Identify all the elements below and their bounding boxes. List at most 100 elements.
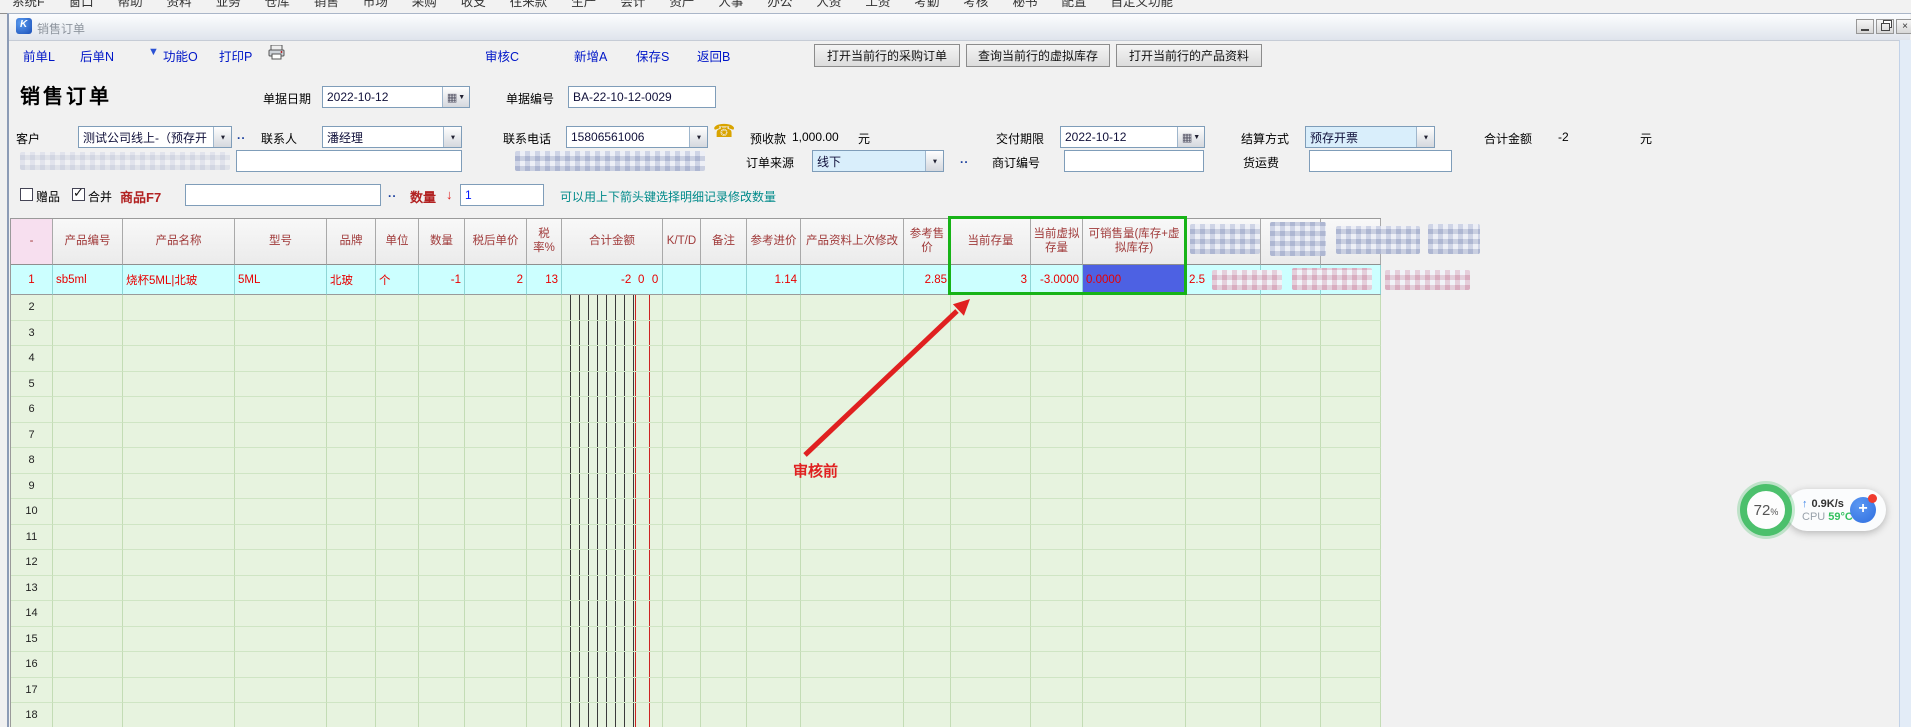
printer-icon[interactable] <box>268 45 285 63</box>
table-row[interactable]: 11 <box>11 525 1381 551</box>
menu-item[interactable]: 秘书 <box>1000 0 1049 11</box>
col-header-ktd[interactable]: K/T/D <box>663 219 701 265</box>
menu-item[interactable]: 系统F <box>0 0 57 11</box>
menu-item[interactable]: 销售 <box>302 0 351 11</box>
merge-checkbox[interactable] <box>72 188 85 201</box>
memory-percent-ball[interactable]: 72% <box>1740 484 1792 536</box>
contact-combo[interactable]: 潘经理 <box>322 126 462 148</box>
customer-lookup-dots[interactable]: .. <box>237 128 246 142</box>
delivery-date-input[interactable]: 2022-10-12 <box>1060 126 1205 148</box>
secondary-customer-field[interactable] <box>236 150 462 172</box>
customer-combo[interactable]: 测试公司线上-（预存开 <box>78 126 232 148</box>
calendar-dropdown-icon[interactable] <box>442 87 469 107</box>
menu-item[interactable]: 考核 <box>951 0 1000 11</box>
menu-item[interactable]: 资产 <box>657 0 706 11</box>
table-row[interactable]: 18 <box>11 703 1381 727</box>
col-header-note[interactable]: 备注 <box>701 219 747 265</box>
col-header-dash[interactable]: - <box>11 219 53 265</box>
col-header-price[interactable]: 税后单价 <box>465 219 527 265</box>
product-lookup-dots[interactable]: .. <box>388 186 397 200</box>
minimize-button[interactable] <box>1856 19 1874 34</box>
open-purchase-order-button[interactable]: 打开当前行的采购订单 <box>814 44 960 67</box>
menu-item[interactable]: 人事 <box>706 0 755 11</box>
row1-sellable-selected-cell[interactable]: 0.0000 <box>1083 265 1186 295</box>
table-row-1[interactable]: 1 sb5ml 烧杯5ML|北玻 5ML 北玻 个 -1 2 13 -200 1… <box>11 265 1381 295</box>
chevron-down-icon[interactable] <box>443 127 461 147</box>
next-doc-link[interactable]: 后单N <box>80 46 114 65</box>
menu-item[interactable]: 市场 <box>351 0 400 11</box>
chevron-down-icon[interactable] <box>213 127 231 147</box>
col-header-tax-rate[interactable]: 税率% <box>527 219 562 265</box>
menu-item[interactable]: 窗口 <box>57 0 106 11</box>
table-row[interactable]: 4 <box>11 346 1381 372</box>
chevron-down-icon[interactable] <box>925 151 943 171</box>
menu-item[interactable]: 采购 <box>400 0 449 11</box>
menu-item[interactable]: 工资 <box>853 0 902 11</box>
close-button[interactable]: × <box>1896 19 1911 34</box>
function-link[interactable]: 功能O <box>163 46 198 65</box>
menu-item[interactable]: 仓库 <box>253 0 302 11</box>
menu-item[interactable]: 配置 <box>1049 0 1098 11</box>
col-header-qty[interactable]: 数量 <box>419 219 465 265</box>
menu-item[interactable]: 帮助 <box>106 0 155 11</box>
gift-checkbox[interactable] <box>20 188 33 201</box>
menu-item[interactable]: 生产 <box>559 0 608 11</box>
chevron-down-icon[interactable] <box>689 127 707 147</box>
table-row[interactable]: 17 <box>11 678 1381 704</box>
col-header-ref-purchase[interactable]: 参考进价 <box>747 219 801 265</box>
col-header-last-modified[interactable]: 产品资料上次修改 <box>801 219 904 265</box>
menu-item[interactable]: 收支 <box>449 0 498 11</box>
table-row[interactable]: 10 <box>11 499 1381 525</box>
audit-link[interactable]: 审核C <box>485 46 519 65</box>
order-source-combo[interactable]: 线下 <box>812 150 944 172</box>
prev-doc-link[interactable]: 前单L <box>23 46 55 65</box>
qty-input[interactable]: 1 <box>460 184 544 206</box>
calendar-dropdown-icon[interactable] <box>1177 127 1204 147</box>
chevron-down-icon[interactable] <box>1416 127 1434 147</box>
col-header-unit[interactable]: 单位 <box>376 219 419 265</box>
col-header-stock[interactable]: 当前存量 <box>951 219 1031 265</box>
col-header-product-code[interactable]: 产品编号 <box>53 219 123 265</box>
source-lookup-dots[interactable]: .. <box>960 152 969 166</box>
telephone-icon[interactable]: ☎ <box>713 121 735 142</box>
phone-combo[interactable]: 15806561006 <box>566 126 708 148</box>
menu-item[interactable]: 往来款 <box>498 0 560 11</box>
menu-item[interactable]: 考勤 <box>902 0 951 11</box>
table-row[interactable]: 5 <box>11 372 1381 398</box>
col-header-product-name[interactable]: 产品名称 <box>123 219 235 265</box>
doc-no-input[interactable]: BA-22-10-12-0029 <box>568 86 716 108</box>
open-product-info-button[interactable]: 打开当前行的产品资料 <box>1116 44 1262 67</box>
menu-item[interactable]: 自定义功能 <box>1098 0 1185 11</box>
product-search-input[interactable] <box>185 184 381 206</box>
table-row[interactable]: 12 <box>11 550 1381 576</box>
col-header-ref-sell[interactable]: 参考售价 <box>904 219 951 265</box>
restore-button[interactable] <box>1876 19 1894 34</box>
merchant-no-input[interactable] <box>1064 150 1204 172</box>
col-header-amount[interactable]: 合计金额 <box>562 219 663 265</box>
menu-item[interactable]: 人资 <box>804 0 853 11</box>
table-row[interactable]: 3 <box>11 321 1381 347</box>
menu-item[interactable]: 业务 <box>204 0 253 11</box>
table-row[interactable]: 14 <box>11 601 1381 627</box>
col-header-brand[interactable]: 品牌 <box>327 219 376 265</box>
print-link[interactable]: 打印P <box>219 46 252 65</box>
table-row[interactable]: 8 <box>11 448 1381 474</box>
menu-item[interactable]: 办公 <box>755 0 804 11</box>
col-header-sellable[interactable]: 可销售量(库存+虚拟库存) <box>1083 219 1186 265</box>
settlement-combo[interactable]: 预存开票 <box>1305 126 1435 148</box>
table-row[interactable]: 9 <box>11 474 1381 500</box>
doc-date-input[interactable]: 2022-10-12 <box>322 86 470 108</box>
query-virtual-stock-button[interactable]: 查询当前行的虚拟库存 <box>966 44 1110 67</box>
save-link[interactable]: 保存S <box>636 46 669 65</box>
menu-item[interactable]: 资料 <box>155 0 204 11</box>
add-link[interactable]: 新增A <box>574 46 607 65</box>
table-row[interactable]: 16 <box>11 652 1381 678</box>
table-row[interactable]: 2 <box>11 295 1381 321</box>
freight-input[interactable] <box>1309 150 1452 172</box>
col-header-model[interactable]: 型号 <box>235 219 327 265</box>
table-row[interactable]: 15 <box>11 627 1381 653</box>
return-link[interactable]: 返回B <box>697 46 730 65</box>
table-row[interactable]: 6 <box>11 397 1381 423</box>
table-row[interactable]: 7 <box>11 423 1381 449</box>
menu-item[interactable]: 会计 <box>608 0 657 11</box>
